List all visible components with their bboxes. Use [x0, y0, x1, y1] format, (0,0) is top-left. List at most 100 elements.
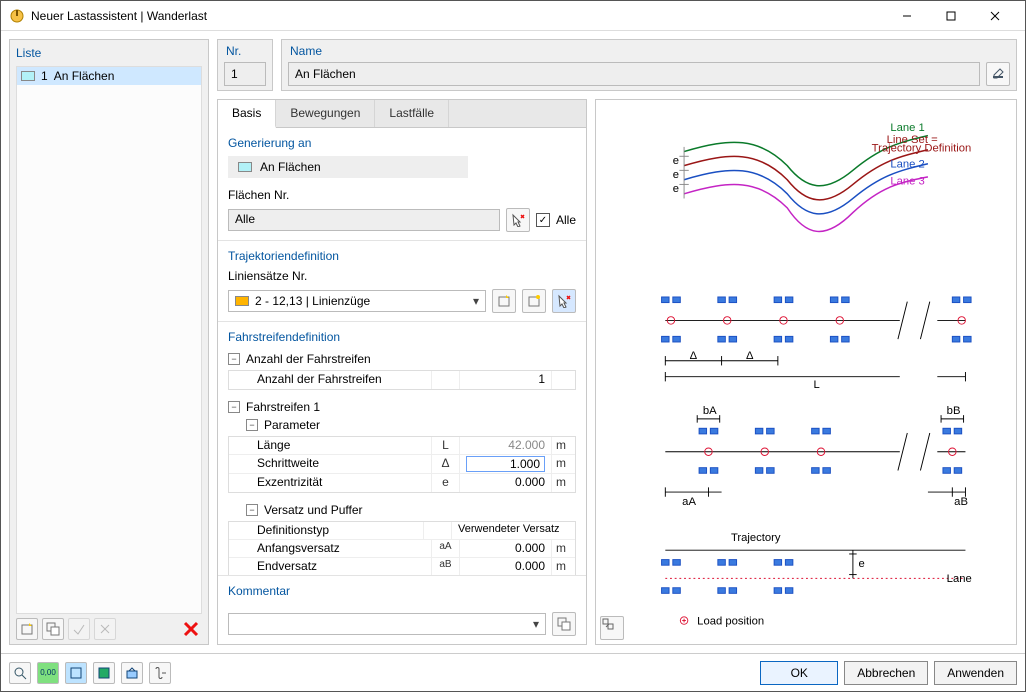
svg-text:e: e: [673, 169, 679, 181]
end-value[interactable]: 0.000: [459, 558, 551, 576]
name-header: Name: [288, 44, 1010, 62]
list-row[interactable]: 1 An Flächen: [17, 67, 201, 85]
app-icon: [9, 8, 25, 24]
svg-text:Lane: Lane: [947, 573, 972, 585]
window-close[interactable]: [973, 2, 1017, 30]
tree-toggle[interactable]: −: [246, 504, 258, 516]
schritt-value[interactable]: [459, 455, 551, 473]
nr-field: 1: [224, 62, 266, 86]
flaechen-pick-button[interactable]: [506, 208, 530, 232]
lin-pick-button[interactable]: [552, 289, 576, 313]
apply-button[interactable]: Anwenden: [934, 661, 1017, 685]
kommentar-select[interactable]: ▾: [228, 613, 546, 635]
tree-toggle[interactable]: −: [246, 419, 258, 431]
main-column: Basis Bewegungen Lastfälle Generierung a…: [217, 99, 587, 645]
chevron-down-icon: ▾: [467, 294, 485, 308]
lin-swatch: [235, 296, 249, 306]
svg-text:e: e: [673, 183, 679, 195]
name-panel: Name An Flächen: [281, 39, 1017, 91]
lin-new-button[interactable]: [492, 289, 516, 313]
footer-units-button[interactable]: 0,00: [37, 662, 59, 684]
list-swatch: [21, 71, 35, 81]
flaechen-label: Flächen Nr.: [228, 188, 576, 202]
gen-chip-label: An Flächen: [260, 160, 321, 174]
svg-text:bA: bA: [703, 405, 717, 417]
footer-view1-button[interactable]: [65, 662, 87, 684]
list-body[interactable]: 1 An Flächen: [16, 66, 202, 614]
svg-text:e: e: [673, 155, 679, 167]
footer-script-button[interactable]: [149, 662, 171, 684]
tab-bewegungen[interactable]: Bewegungen: [276, 100, 375, 127]
lin-value: 2 - 12,13 | Linienzüge: [255, 294, 467, 308]
chevron-down-icon: ▾: [527, 617, 545, 631]
svg-text:L: L: [814, 379, 820, 391]
list-panel: Liste 1 An Flächen: [9, 39, 209, 645]
fahr-title: Fahrstreifendefinition: [228, 330, 576, 350]
list-check-button: [68, 618, 90, 640]
exz-value[interactable]: 0.000: [459, 474, 551, 492]
svg-text:Lane 1: Lane 1: [890, 122, 924, 134]
svg-text:Lane 2: Lane 2: [890, 159, 924, 171]
flaechen-input[interactable]: Alle: [228, 209, 500, 231]
anzahl-row-label: Anzahl der Fahrstreifen: [229, 371, 431, 389]
footer-search-button[interactable]: [9, 662, 31, 684]
list-new-button[interactable]: [16, 618, 38, 640]
window-title: Neuer Lastassistent | Wanderlast: [31, 9, 207, 23]
window-minimize[interactable]: [885, 2, 929, 30]
gen-title: Generierung an: [228, 136, 576, 156]
footer-view3-button[interactable]: [121, 662, 143, 684]
alle-checkbox[interactable]: ✓: [536, 213, 550, 227]
kommentar-title: Kommentar: [228, 584, 576, 604]
svg-text:bB: bB: [947, 405, 961, 417]
list-cross-button: [94, 618, 116, 640]
ok-button[interactable]: OK: [760, 661, 838, 685]
tabs: Basis Bewegungen Lastfälle: [218, 100, 586, 128]
anzahl-group: Anzahl der Fahrstreifen: [246, 352, 371, 366]
anzahl-value[interactable]: 1: [459, 371, 551, 389]
schritt-input[interactable]: [466, 456, 545, 472]
preview-tool-button[interactable]: [600, 616, 624, 640]
svg-text:e: e: [859, 558, 865, 570]
lin-label: Liniensätze Nr.: [228, 269, 576, 283]
deftyp-value[interactable]: Verwendeter Versatz: [451, 522, 567, 539]
list-header: Liste: [16, 44, 202, 66]
name-field[interactable]: An Flächen: [288, 62, 980, 86]
tab-lastfaelle[interactable]: Lastfälle: [375, 100, 449, 127]
versatz-label: Versatz und Puffer: [264, 503, 363, 517]
svg-text:Δ: Δ: [690, 350, 698, 362]
svg-text:Δ: Δ: [746, 350, 754, 362]
footer-view2-button[interactable]: [93, 662, 115, 684]
preview-panel: e e e Lane 1 Line Set = Trajectory Defin…: [595, 99, 1017, 645]
footer: 0,00 OK Abbrechen Anwenden: [1, 653, 1025, 691]
window-maximize[interactable]: [929, 2, 973, 30]
svg-text:aB: aB: [954, 496, 968, 508]
param-label: Parameter: [264, 418, 320, 432]
tree-toggle[interactable]: −: [228, 401, 240, 413]
gen-chip: An Flächen: [228, 156, 468, 178]
lin-select[interactable]: 2 - 12,13 | Linienzüge ▾: [228, 290, 486, 312]
titlebar: Neuer Lastassistent | Wanderlast: [1, 1, 1025, 31]
nr-header: Nr.: [224, 44, 266, 62]
list-row-num: 1: [41, 69, 48, 83]
name-edit-button[interactable]: [986, 62, 1010, 86]
tree-toggle[interactable]: −: [228, 353, 240, 365]
alle-label: Alle: [556, 213, 576, 227]
cancel-button[interactable]: Abbrechen: [844, 661, 928, 685]
gen-swatch: [238, 162, 252, 172]
nr-panel: Nr. 1: [217, 39, 273, 91]
svg-text:aA: aA: [682, 496, 696, 508]
list-delete-button[interactable]: [180, 618, 202, 640]
svg-text:Trajectory Definition: Trajectory Definition: [872, 143, 972, 155]
list-copy-button[interactable]: [42, 618, 64, 640]
kommentar-lib-button[interactable]: [552, 612, 576, 636]
svg-text:Load position: Load position: [697, 615, 764, 627]
list-row-label: An Flächen: [54, 69, 115, 83]
svg-text:Trajectory: Trajectory: [731, 532, 781, 544]
lin-edit-button[interactable]: [522, 289, 546, 313]
f1-label: Fahrstreifen 1: [246, 400, 320, 414]
tab-basis[interactable]: Basis: [218, 100, 276, 128]
svg-text:Lane 3: Lane 3: [890, 175, 924, 187]
anf-value[interactable]: 0.000: [459, 540, 551, 557]
window: Neuer Lastassistent | Wanderlast Liste 1…: [0, 0, 1026, 692]
laenge-value: 42.000: [459, 437, 551, 454]
